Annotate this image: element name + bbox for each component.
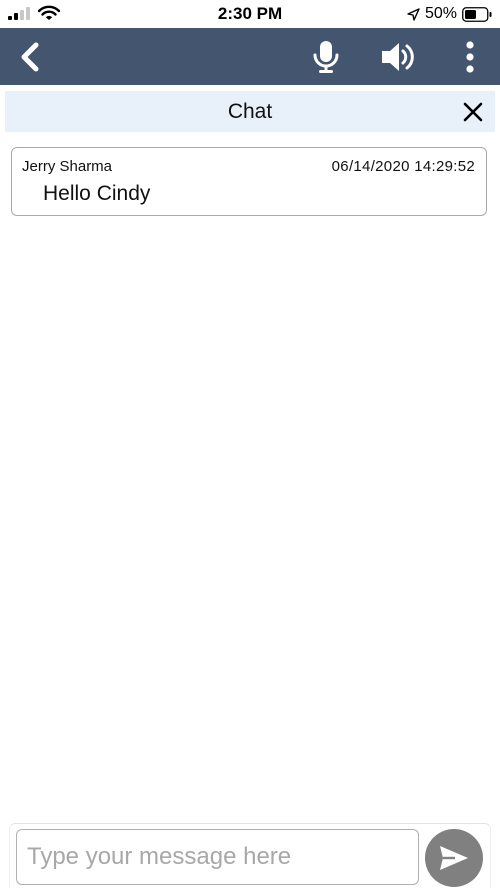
more-options-button[interactable] bbox=[450, 28, 490, 85]
status-bar: 2:30 PM 50% bbox=[0, 0, 500, 28]
back-icon bbox=[21, 42, 39, 71]
status-right-group: 50% bbox=[407, 4, 492, 24]
more-vertical-icon bbox=[466, 40, 474, 73]
back-button[interactable] bbox=[8, 28, 52, 85]
location-icon bbox=[407, 7, 420, 21]
chat-screen: 2:30 PM 50% Chat Jerry Sharma 06/14/2020… bbox=[0, 0, 500, 888]
close-chat-button[interactable] bbox=[459, 98, 487, 126]
send-button[interactable] bbox=[425, 829, 483, 887]
chat-header: Chat bbox=[5, 91, 495, 132]
message-sender: Jerry Sharma bbox=[22, 158, 113, 175]
message-timestamp: 06/14/2020 14:29:52 bbox=[331, 158, 475, 175]
close-icon bbox=[463, 102, 483, 122]
battery-icon bbox=[462, 6, 492, 22]
message-text: Hello Cindy bbox=[43, 182, 151, 205]
microphone-button[interactable] bbox=[304, 28, 348, 85]
battery-percentage: 50% bbox=[424, 5, 457, 22]
microphone-icon bbox=[313, 40, 339, 73]
chat-title: Chat bbox=[227, 100, 273, 123]
top-toolbar bbox=[0, 28, 500, 85]
speaker-icon bbox=[382, 42, 414, 71]
speaker-button[interactable] bbox=[376, 28, 420, 85]
chat-message: Jerry Sharma 06/14/2020 14:29:52 Hello C… bbox=[11, 147, 487, 216]
message-input[interactable] bbox=[16, 829, 419, 885]
send-icon bbox=[440, 846, 468, 870]
